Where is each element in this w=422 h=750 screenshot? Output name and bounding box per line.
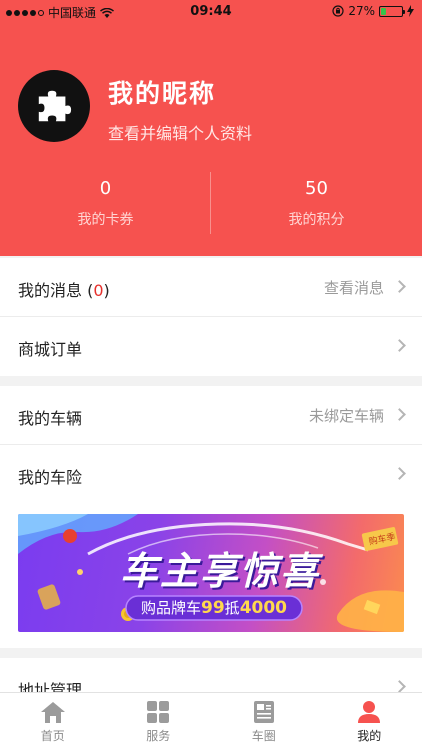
nickname[interactable]: 我的昵称 <box>108 74 216 110</box>
status-bar: 中国联通 09:44 27% <box>0 0 422 24</box>
puzzle-piece-icon <box>38 90 72 122</box>
bottom-tab-bar: 首页 服务 车圈 我的 <box>0 692 422 750</box>
grid-icon <box>147 701 170 723</box>
mall-orders-row[interactable]: 商城订单 <box>0 317 422 376</box>
stat-divider <box>210 172 211 234</box>
unbound-vehicle-text: 未绑定车辆 <box>308 407 384 425</box>
battery-icon <box>379 5 405 17</box>
avatar[interactable] <box>18 70 90 142</box>
my-messages-row[interactable]: 我的消息 (0) 查看消息 <box>0 258 422 317</box>
tab-home-label: 首页 <box>40 729 65 743</box>
promo-headline: 车主享惊喜 <box>119 549 320 593</box>
tab-home[interactable]: 首页 <box>0 693 106 750</box>
my-vehicles-label: 我的车辆 <box>18 409 83 428</box>
tab-car-circle-label: 车圈 <box>251 729 276 743</box>
tab-services-label: 服务 <box>146 729 171 743</box>
profile-header: 我的昵称 查看并编辑个人资料 0 我的卡券 50 我的积分 <box>0 24 422 256</box>
stat-points[interactable]: 50 我的积分 <box>211 172 422 236</box>
menu-group-1: 我的消息 (0) 查看消息 商城订单 <box>0 258 422 376</box>
news-icon <box>253 701 274 723</box>
promo-subline: 购品牌车99抵4000 <box>140 598 288 618</box>
edit-profile-link[interactable]: 查看并编辑个人资料 <box>108 120 252 144</box>
profile-screen: 中国联通 09:44 27% 我的昵称 查看并编辑个人资料 0 我的卡券 50 … <box>0 0 422 750</box>
profile-stats: 0 我的卡券 50 我的积分 <box>0 172 422 236</box>
orientation-lock-icon <box>332 5 344 17</box>
tab-mine-label: 我的 <box>357 729 382 743</box>
stat-coupons[interactable]: 0 我的卡券 <box>0 172 211 236</box>
charging-bolt-icon <box>407 5 414 17</box>
my-insurance-row[interactable]: 我的车险 <box>0 445 422 504</box>
battery-percent: 27% <box>348 4 375 18</box>
chevron-right-icon <box>393 680 406 693</box>
stat-points-label: 我的积分 <box>288 212 345 228</box>
home-icon <box>40 702 65 723</box>
stat-coupons-value: 0 <box>99 178 112 199</box>
tab-services[interactable]: 服务 <box>106 693 212 750</box>
chevron-right-icon <box>393 280 406 293</box>
view-messages-text: 查看消息 <box>323 279 384 297</box>
my-messages-label: 我的消息 ( <box>18 281 94 300</box>
my-vehicles-row[interactable]: 我的车辆 未绑定车辆 <box>0 386 422 445</box>
mall-orders-label: 商城订单 <box>18 340 83 359</box>
tab-car-circle[interactable]: 车圈 <box>211 693 317 750</box>
chevron-right-icon <box>393 339 406 352</box>
stat-points-value: 50 <box>305 178 328 199</box>
chevron-right-icon <box>393 408 406 421</box>
chevron-right-icon <box>393 467 406 480</box>
promo-banner[interactable]: 车主享惊喜 购品牌车99抵4000 购车季 <box>18 514 404 632</box>
stat-coupons-label: 我的卡券 <box>77 212 134 228</box>
my-insurance-label: 我的车险 <box>18 468 83 487</box>
message-count: 0 <box>93 281 104 300</box>
person-icon <box>358 701 381 723</box>
tab-mine[interactable]: 我的 <box>317 693 422 750</box>
